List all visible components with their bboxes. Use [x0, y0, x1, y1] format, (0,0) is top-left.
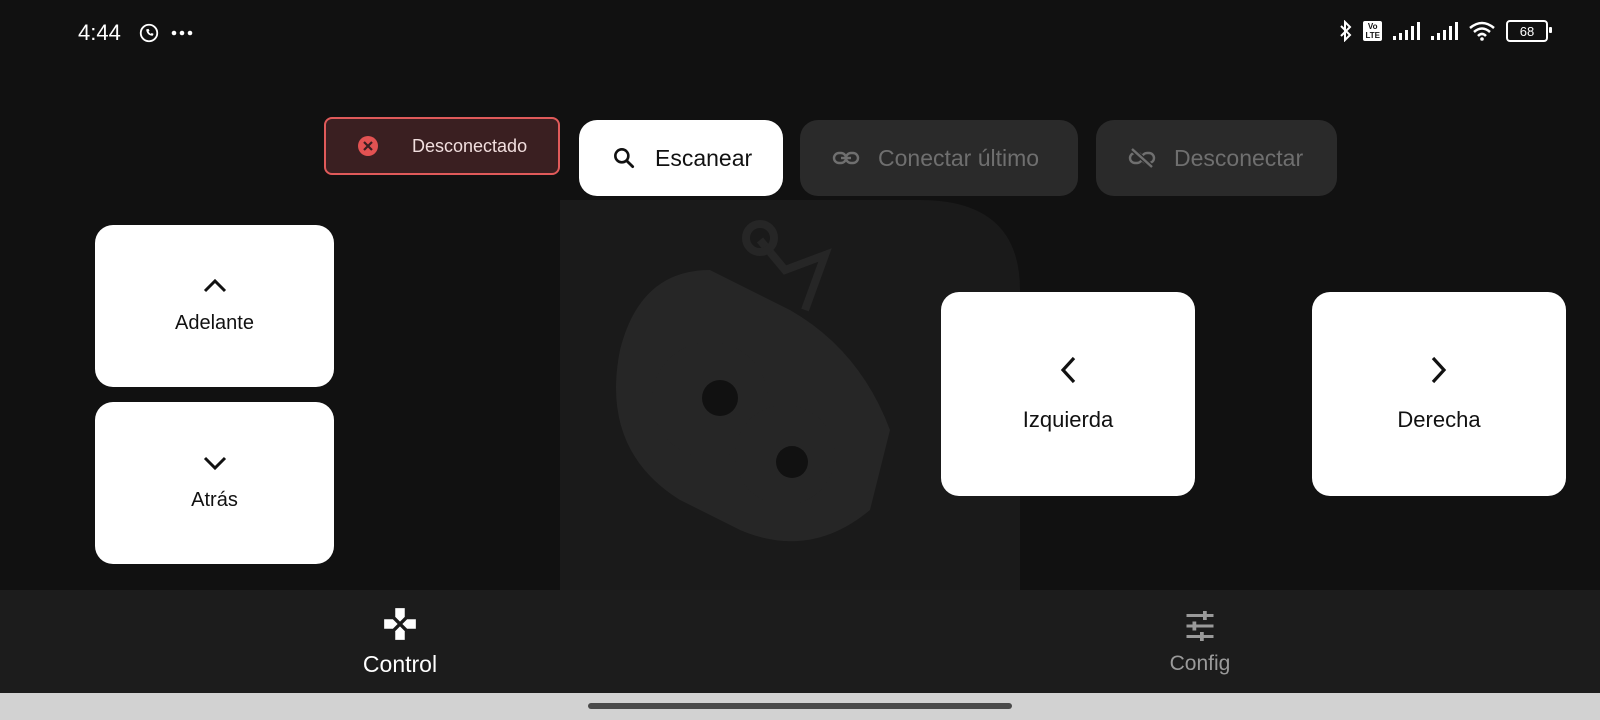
forward-button[interactable]: Adelante — [95, 225, 334, 387]
signal-icon — [1393, 22, 1420, 40]
nav-config-label: Config — [1169, 651, 1231, 675]
bluetooth-icon — [1340, 20, 1352, 42]
status-left-icons — [138, 22, 194, 44]
whatsapp-icon — [139, 23, 159, 43]
status-right-icons: Vo LTE 68 — [1339, 20, 1552, 42]
back-label: Atrás — [191, 488, 238, 511]
right-label: Derecha — [1397, 407, 1481, 432]
left-label: Izquierda — [1022, 407, 1114, 432]
disconnect-button[interactable]: Desconectar — [1096, 120, 1337, 196]
forward-label: Adelante — [175, 311, 254, 334]
scan-button[interactable]: Escanear — [579, 120, 783, 196]
nav-item-control[interactable]: Control — [300, 590, 500, 693]
nav-item-config[interactable]: Config — [1100, 590, 1300, 693]
battery-icon: 68 — [1506, 20, 1552, 42]
link-icon — [832, 151, 860, 165]
right-button[interactable]: Derecha — [1312, 292, 1566, 496]
link-off-icon — [1128, 147, 1156, 169]
back-button[interactable]: Atrás — [95, 402, 334, 564]
chevron-down-icon — [203, 456, 226, 470]
connect-last-label: Conectar último — [878, 144, 1040, 171]
wifi-icon — [1469, 21, 1495, 41]
volte-icon: Vo LTE — [1363, 21, 1382, 41]
disconnect-label: Desconectar — [1174, 144, 1304, 171]
search-icon — [614, 148, 635, 169]
chevron-up-icon — [203, 278, 226, 292]
connect-last-button[interactable]: Conectar último — [800, 120, 1078, 196]
chevron-right-icon — [1431, 356, 1447, 384]
tune-icon — [1186, 610, 1214, 641]
scan-button-label: Escanear — [655, 144, 753, 171]
status-time: 4:44 — [78, 20, 121, 45]
connection-status-label: Desconectado — [412, 135, 528, 156]
chevron-left-icon — [1060, 356, 1076, 384]
gamepad-icon — [384, 608, 416, 640]
bottom-nav: Control Config — [0, 590, 1600, 693]
more-dots-icon — [171, 30, 193, 36]
gesture-bar[interactable] — [588, 703, 1012, 709]
battery-level: 68 — [1519, 23, 1535, 39]
nav-control-label: Control — [362, 651, 438, 677]
left-button[interactable]: Izquierda — [941, 292, 1195, 496]
connection-status-chip: Desconectado — [324, 117, 560, 175]
error-icon — [358, 136, 378, 156]
signal-icon — [1431, 22, 1458, 40]
